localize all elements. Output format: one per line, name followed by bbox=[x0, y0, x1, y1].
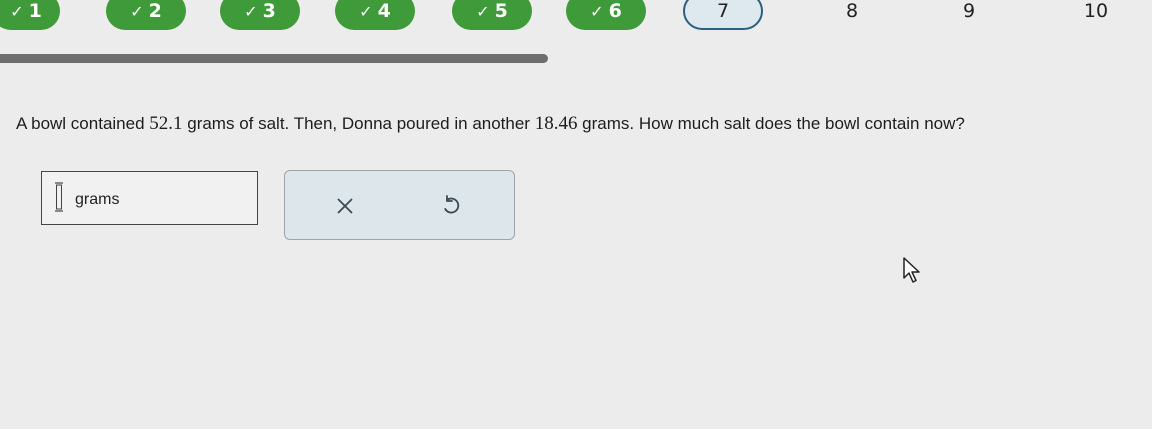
close-icon bbox=[337, 198, 353, 214]
check-icon: ✓ bbox=[590, 1, 604, 21]
progress-bar bbox=[0, 54, 548, 63]
undo-button[interactable] bbox=[433, 189, 469, 223]
progress-steps: ✓ 1 ✓ 2 ✓ 3 ✓ 4 ✓ 5 ✓ 6 7 8 9 10 bbox=[0, 0, 1152, 36]
step-8[interactable]: 8 bbox=[812, 0, 892, 30]
answer-input[interactable]: grams bbox=[41, 171, 258, 225]
check-icon: ✓ bbox=[359, 1, 373, 21]
check-icon: ✓ bbox=[10, 1, 24, 21]
step-7[interactable]: 7 bbox=[683, 0, 763, 30]
salt-amount-2: 18.46 bbox=[534, 113, 578, 134]
answer-tools bbox=[284, 170, 515, 240]
mouse-pointer-icon bbox=[903, 257, 920, 283]
salt-amount-1: 52.1 bbox=[149, 113, 183, 134]
step-10[interactable]: 10 bbox=[1056, 0, 1136, 30]
check-icon: ✓ bbox=[476, 1, 490, 21]
step-2[interactable]: ✓ 2 bbox=[106, 0, 186, 30]
clear-button[interactable] bbox=[327, 189, 363, 223]
step-4[interactable]: ✓ 4 bbox=[335, 0, 415, 30]
step-3[interactable]: ✓ 3 bbox=[220, 0, 300, 30]
check-icon: ✓ bbox=[130, 1, 144, 21]
step-5[interactable]: ✓ 5 bbox=[452, 0, 532, 30]
unit-label: grams bbox=[75, 191, 120, 208]
check-icon: ✓ bbox=[244, 1, 258, 21]
undo-icon bbox=[444, 195, 460, 214]
step-9[interactable]: 9 bbox=[929, 0, 1009, 30]
question-text: A bowl contained 52.1 grams of salt. The… bbox=[16, 113, 965, 134]
step-1[interactable]: ✓ 1 bbox=[0, 0, 60, 30]
text-cursor-icon bbox=[55, 182, 63, 212]
step-6[interactable]: ✓ 6 bbox=[566, 0, 646, 30]
